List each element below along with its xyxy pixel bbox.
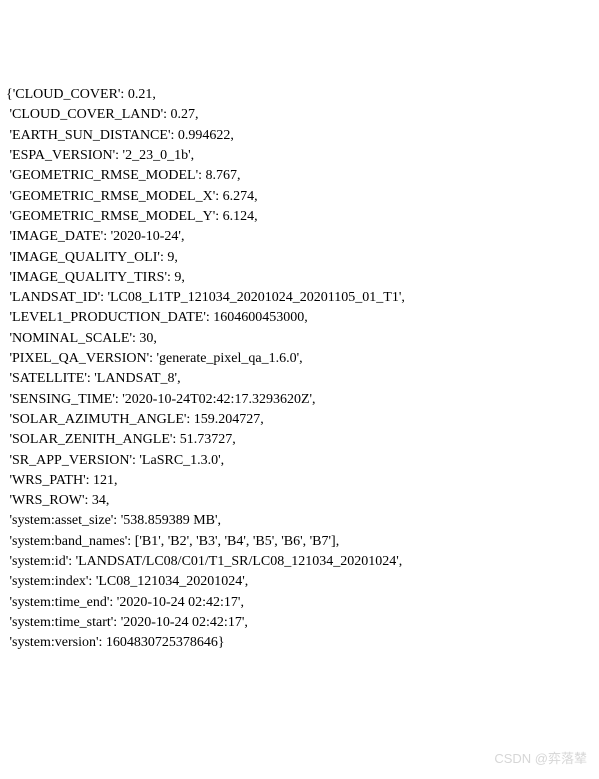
dict-entry: 'system:id': 'LANDSAT/LC08/C01/T1_SR/LC0… bbox=[6, 552, 593, 572]
dict-entry: 'IMAGE_DATE': '2020-10-24', bbox=[6, 227, 593, 247]
dict-entry: 'SOLAR_ZENITH_ANGLE': 51.73727, bbox=[6, 430, 593, 450]
dict-entry: 'GEOMETRIC_RMSE_MODEL_X': 6.274, bbox=[6, 187, 593, 207]
dict-entry: 'SATELLITE': 'LANDSAT_8', bbox=[6, 369, 593, 389]
dict-entry: 'LANDSAT_ID': 'LC08_L1TP_121034_20201024… bbox=[6, 288, 593, 308]
dict-entry: 'CLOUD_COVER_LAND': 0.27, bbox=[6, 105, 593, 125]
metadata-dict: {'CLOUD_COVER': 0.21, 'CLOUD_COVER_LAND'… bbox=[6, 85, 593, 653]
dict-entry: 'EARTH_SUN_DISTANCE': 0.994622, bbox=[6, 126, 593, 146]
dict-entry: 'WRS_ROW': 34, bbox=[6, 491, 593, 511]
dict-entry: {'CLOUD_COVER': 0.21, bbox=[6, 85, 593, 105]
dict-entry: 'WRS_PATH': 121, bbox=[6, 471, 593, 491]
dict-entry: 'GEOMETRIC_RMSE_MODEL': 8.767, bbox=[6, 166, 593, 186]
dict-entry: 'SR_APP_VERSION': 'LaSRC_1.3.0', bbox=[6, 451, 593, 471]
dict-entry: 'IMAGE_QUALITY_TIRS': 9, bbox=[6, 268, 593, 288]
dict-entry: 'system:version': 1604830725378646} bbox=[6, 633, 593, 653]
dict-entry: 'system:asset_size': '538.859389 MB', bbox=[6, 511, 593, 531]
dict-entry: 'NOMINAL_SCALE': 30, bbox=[6, 329, 593, 349]
dict-entry: 'GEOMETRIC_RMSE_MODEL_Y': 6.124, bbox=[6, 207, 593, 227]
dict-entry: 'system:time_start': '2020-10-24 02:42:1… bbox=[6, 613, 593, 633]
dict-entry: 'system:time_end': '2020-10-24 02:42:17'… bbox=[6, 593, 593, 613]
dict-entry: 'SOLAR_AZIMUTH_ANGLE': 159.204727, bbox=[6, 410, 593, 430]
dict-entry: 'system:index': 'LC08_121034_20201024', bbox=[6, 572, 593, 592]
csdn-watermark: CSDN @弈落辇 bbox=[494, 750, 587, 769]
dict-entry: 'SENSING_TIME': '2020-10-24T02:42:17.329… bbox=[6, 390, 593, 410]
dict-entry: 'IMAGE_QUALITY_OLI': 9, bbox=[6, 248, 593, 268]
dict-entry: 'ESPA_VERSION': '2_23_0_1b', bbox=[6, 146, 593, 166]
dict-entry: 'PIXEL_QA_VERSION': 'generate_pixel_qa_1… bbox=[6, 349, 593, 369]
dict-entry: 'LEVEL1_PRODUCTION_DATE': 1604600453000, bbox=[6, 308, 593, 328]
dict-entry: 'system:band_names': ['B1', 'B2', 'B3', … bbox=[6, 532, 593, 552]
